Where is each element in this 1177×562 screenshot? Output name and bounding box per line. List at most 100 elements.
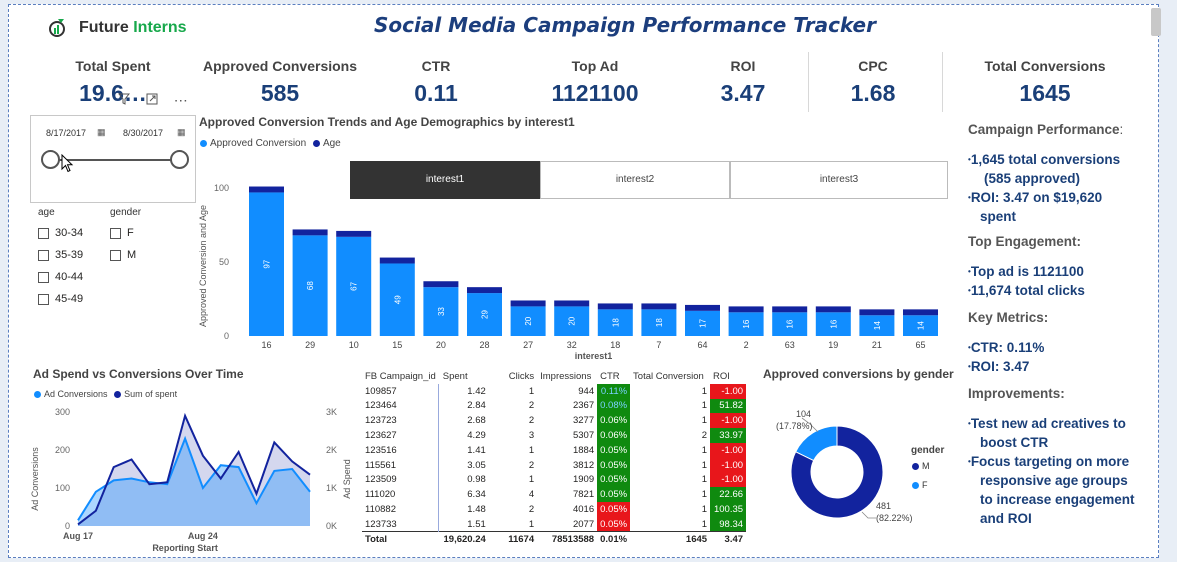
y-left-axis-label: Ad Conversions [30, 447, 40, 511]
x-tick-label: Aug 17 [63, 531, 93, 541]
table-row[interactable]: 123723 2.68 2 3277 0.06% 1 -1.00 [362, 413, 747, 429]
calendar-icon[interactable]: ▦ [177, 127, 186, 138]
table-row[interactable]: 109857 1.42 1 944 0.11% 1 -1.00 [362, 383, 747, 399]
column-header[interactable]: Clicks [489, 369, 537, 384]
insight-item: to increase engagement [980, 492, 1135, 507]
slider-handle-end[interactable] [170, 150, 189, 169]
gender-slicer-title: gender [110, 207, 142, 218]
column-header[interactable]: ROI [710, 369, 746, 384]
cell-ctr: 0.05% [597, 442, 631, 458]
cell-total-conversion: 1 [701, 518, 708, 530]
gender-option[interactable]: F [110, 222, 136, 244]
kpi-divider [808, 52, 809, 112]
cell-campaign-id: 111020 [362, 487, 440, 503]
kpi-value: 0.11 [414, 80, 458, 106]
column-header[interactable]: Impressions [537, 369, 597, 384]
filter-icon[interactable] [117, 92, 132, 108]
cell-spent: 4.29 [467, 430, 486, 442]
checkbox[interactable] [110, 227, 121, 239]
cell-ctr: 0.05% [597, 487, 631, 503]
donut-title: Approved conversions by gender [763, 367, 954, 381]
x-axis-label: Reporting Start [152, 543, 218, 553]
table-row[interactable]: 123509 0.98 1 1909 0.05% 1 -1.00 [362, 472, 747, 488]
cell-total-clicks: 11674 [488, 531, 538, 547]
bar-data-label: 33 [437, 307, 446, 316]
age-option[interactable]: 45-49 [38, 288, 83, 310]
cell-campaign-id: 123733 [362, 516, 440, 532]
table-row[interactable]: 110882 1.48 2 4016 0.05% 1 100.35 [362, 502, 747, 517]
x-tick-label: 7 [656, 340, 661, 350]
more-options-icon[interactable]: ⋯ [174, 92, 189, 109]
x-tick-label: 63 [785, 340, 795, 350]
checkbox[interactable] [38, 293, 49, 305]
cell-total-conversion: 1 [701, 385, 708, 397]
donut-label-f-pct: (17.78%) [776, 421, 813, 431]
donut-legend-item-m[interactable]: M [912, 461, 930, 471]
y-axis-label: Approved Conversion and Age [198, 205, 208, 327]
legend-item[interactable]: Ad Conversions [34, 389, 108, 399]
insights-heading: Top Engagement: [968, 234, 1081, 249]
table-row[interactable]: 123733 1.51 1 2077 0.05% 1 98.34 [362, 516, 747, 532]
legend-item[interactable]: Sum of spent [114, 389, 177, 399]
date-start[interactable]: 8/17/2017 [46, 128, 86, 138]
bar-age [641, 303, 677, 310]
cell-roi: -1.00 [710, 383, 747, 399]
cell-spent: 1.41 [467, 444, 486, 456]
table-row[interactable]: 123464 2.84 2 2367 0.08% 1 51.82 [362, 398, 747, 414]
column-header[interactable]: CTR [597, 369, 630, 384]
x-axis-label: interest1 [575, 351, 613, 361]
cell-impressions: 2077 [572, 518, 595, 530]
table-row[interactable]: 123627 4.29 3 5307 0.06% 2 33.97 [362, 428, 747, 443]
date-slicer[interactable]: 8/17/2017 ▦ 8/30/2017 ▦ [30, 115, 196, 203]
cell-ctr: 0.05% [597, 472, 631, 488]
x-tick-label: Aug 24 [188, 531, 218, 541]
bar-data-label: 20 [568, 316, 577, 325]
kpi-value: 585 [260, 80, 300, 106]
age-option[interactable]: 35-39 [38, 244, 83, 266]
cell-impressions: 3277 [572, 415, 595, 427]
cell-total-conversion: 1 [701, 459, 708, 471]
age-option[interactable]: 30-34 [38, 222, 83, 244]
cell-roi: 100.35 [710, 502, 747, 517]
age-option[interactable]: 40-44 [38, 266, 83, 288]
legend-marker [312, 139, 320, 147]
cell-roi: 33.97 [710, 428, 747, 443]
table-row[interactable]: 115561 3.05 2 3812 0.05% 1 -1.00 [362, 457, 747, 473]
cell-ctr: 0.05% [597, 457, 631, 473]
gender-option[interactable]: M [110, 244, 136, 266]
checkbox[interactable] [38, 249, 49, 261]
column-header[interactable]: Spent [439, 369, 489, 384]
x-tick-label: 21 [872, 340, 882, 350]
column-header[interactable]: Total Conversion [630, 369, 710, 384]
insight-item: spent [980, 209, 1017, 224]
legend-item[interactable]: Approved Conversion [200, 138, 306, 149]
column-header[interactable]: FB Campaign_id [362, 369, 439, 384]
cell-total-conversion: 1 [701, 489, 708, 501]
cell-clicks: 2 [528, 400, 535, 412]
bar-data-label: 67 [350, 281, 359, 290]
table-row[interactable]: 123516 1.41 1 1884 0.05% 1 -1.00 [362, 442, 747, 458]
x-tick-label: 15 [392, 340, 402, 350]
legend-item[interactable]: Age [312, 138, 341, 149]
bar-chart-legend: Approved Conversion Age [200, 138, 341, 149]
cell-total-spent: 19,620.24 [438, 531, 489, 547]
cell-total-conversion: 1 [701, 474, 708, 486]
table-row[interactable]: 111020 6.34 4 7821 0.05% 1 22.66 [362, 487, 747, 503]
checkbox[interactable] [110, 249, 121, 261]
calendar-icon[interactable]: ▦ [97, 127, 106, 138]
checkbox[interactable] [38, 227, 49, 239]
slider-handle-start[interactable] [41, 150, 60, 169]
cell-roi: -1.00 [710, 442, 747, 458]
focus-mode-icon[interactable] [146, 92, 162, 108]
age-slicer: 30-34 35-39 40-44 45-49 [38, 222, 83, 310]
cell-clicks: 1 [528, 385, 535, 397]
bar-chart-svg: 100 50 0 Approved Conversion and Age 97 16 68 2… [198, 183, 938, 361]
scrollbar[interactable] [1151, 8, 1161, 36]
insight-item: •11,674 total clicks [968, 283, 1085, 298]
checkbox[interactable] [38, 271, 49, 283]
insight-item: •ROI: 3.47 on $19,620 [968, 190, 1103, 205]
y-tick-label: 100 [214, 183, 229, 193]
cell-spent: 1.42 [467, 385, 486, 397]
date-end[interactable]: 8/30/2017 [123, 128, 163, 138]
donut-legend-item-f[interactable]: F [912, 480, 928, 490]
